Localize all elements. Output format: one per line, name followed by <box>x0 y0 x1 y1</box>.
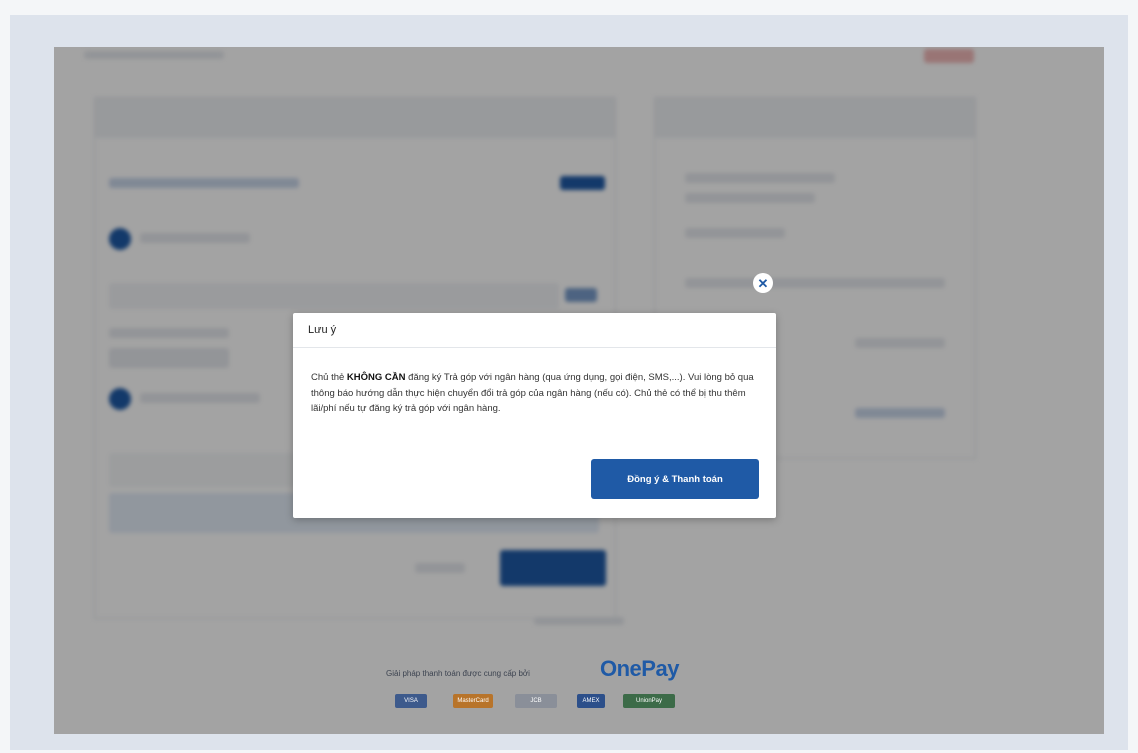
message-emphasis: KHÔNG CẦN <box>346 372 406 383</box>
card-brand-mastercard: MasterCard <box>453 694 493 708</box>
agree-and-pay-button[interactable]: Đồng ý & Thanh toán <box>591 459 759 499</box>
onepay-logo: OnePay <box>600 656 679 681</box>
modal-title: Lưu ý <box>293 313 776 348</box>
card-brand-amex: AMEX <box>577 694 605 708</box>
modal-message: Chủ thẻ KHÔNG CẦN đăng ký Trả góp với ng… <box>293 348 776 417</box>
close-icon[interactable]: ✕ <box>753 273 773 293</box>
footer-provider-text: Giải pháp thanh toán được cung cấp bởi <box>386 669 530 678</box>
message-prefix: Chủ thẻ <box>311 372 347 383</box>
card-brand-jcb: JCB <box>515 694 557 708</box>
card-brand-unionpay: UnionPay <box>623 694 675 708</box>
notice-modal: Lưu ý Chủ thẻ KHÔNG CẦN đăng ký Trả góp … <box>293 313 776 518</box>
card-brand-visa: VISA <box>395 694 427 708</box>
